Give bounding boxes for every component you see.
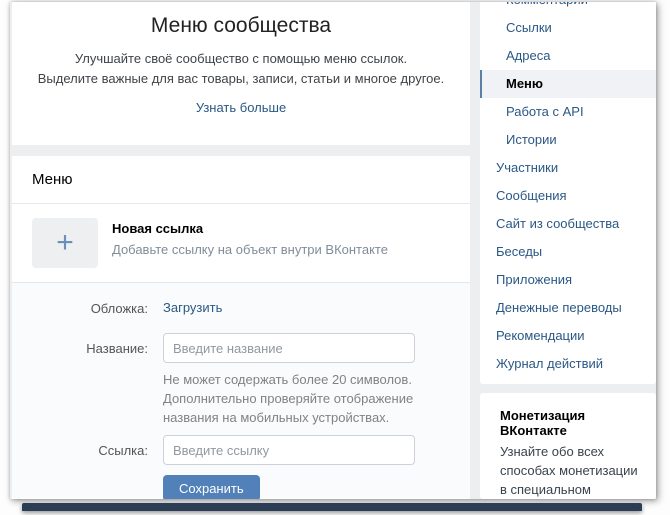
link-row: Ссылка: (12, 435, 450, 465)
sidebar-item-money-transfers[interactable]: Денежные переводы (480, 294, 656, 322)
link-input[interactable] (163, 435, 415, 465)
community-menu-header-card: Меню сообщества Улучшайте своё сообществ… (12, 2, 470, 145)
page-title: Меню сообщества (12, 14, 470, 38)
name-input[interactable] (163, 333, 415, 363)
add-link-button[interactable]: + (32, 218, 98, 268)
save-button[interactable]: Сохранить (163, 475, 260, 499)
page-description-line1: Улучшайте своё сообщество с помощью меню… (12, 49, 470, 69)
sidebar-item-recommendations[interactable]: Рекомендации (480, 322, 656, 350)
plus-icon: + (56, 228, 74, 258)
monetization-title: Монетизация ВКонтакте (500, 408, 638, 438)
sidebar-item-community-site[interactable]: Сайт из сообщества (480, 210, 656, 238)
name-hint: Не может содержать более 20 символов. До… (163, 370, 445, 427)
sidebar-item-menu[interactable]: Меню (480, 70, 656, 98)
sidebar-item-action-log[interactable]: Журнал действий (480, 350, 656, 378)
bottom-window-edge (22, 503, 642, 511)
new-link-row[interactable]: + Новая ссылка Добавьте ссылку на объект… (12, 204, 470, 283)
upload-cover-link[interactable]: Загрузить (163, 300, 222, 315)
sidebar-item-comments[interactable]: Комментарии (480, 2, 656, 14)
page-description-line2: Выделите важные для вас товары, записи, … (12, 69, 470, 89)
sidebar-item-chats[interactable]: Беседы (480, 238, 656, 266)
sidebar-item-addresses[interactable]: Адреса (480, 42, 656, 70)
settings-sidebar: Комментарии Ссылки Адреса Меню Работа с … (480, 2, 656, 384)
page-description: Улучшайте своё сообщество с помощью меню… (12, 49, 470, 89)
cover-row: Обложка: Загрузить (12, 299, 450, 317)
link-label: Ссылка: (12, 443, 148, 458)
monetization-text: Узнайте обо всех способах монетизации в … (500, 442, 638, 499)
sidebar-item-messages[interactable]: Сообщения (480, 182, 656, 210)
sidebar-item-members[interactable]: Участники (480, 154, 656, 182)
screenshot-stage: Меню сообщества Улучшайте своё сообществ… (0, 0, 670, 515)
vk-settings-page: Меню сообщества Улучшайте своё сообществ… (10, 2, 656, 499)
sidebar-item-apps[interactable]: Приложения (480, 266, 656, 294)
menu-section-title: Меню (12, 156, 470, 204)
sidebar-item-api[interactable]: Работа с API (480, 98, 656, 126)
cover-label: Обложка: (12, 301, 148, 316)
new-link-subtitle: Добавьте ссылку на объект внутри ВКонтак… (112, 242, 388, 257)
sidebar-item-stories[interactable]: Истории (480, 126, 656, 154)
link-form: Обложка: Загрузить Название: Не может со… (12, 283, 470, 498)
name-label: Название: (12, 341, 148, 356)
new-link-title: Новая ссылка (112, 221, 203, 236)
menu-editor-card: Меню + Новая ссылка Добавьте ссылку на о… (12, 156, 470, 499)
name-row: Название: (12, 333, 450, 363)
learn-more-link[interactable]: Узнать больше (196, 100, 286, 115)
monetization-card: Монетизация ВКонтакте Узнайте обо всех с… (480, 393, 656, 499)
sidebar-item-links[interactable]: Ссылки (480, 14, 656, 42)
